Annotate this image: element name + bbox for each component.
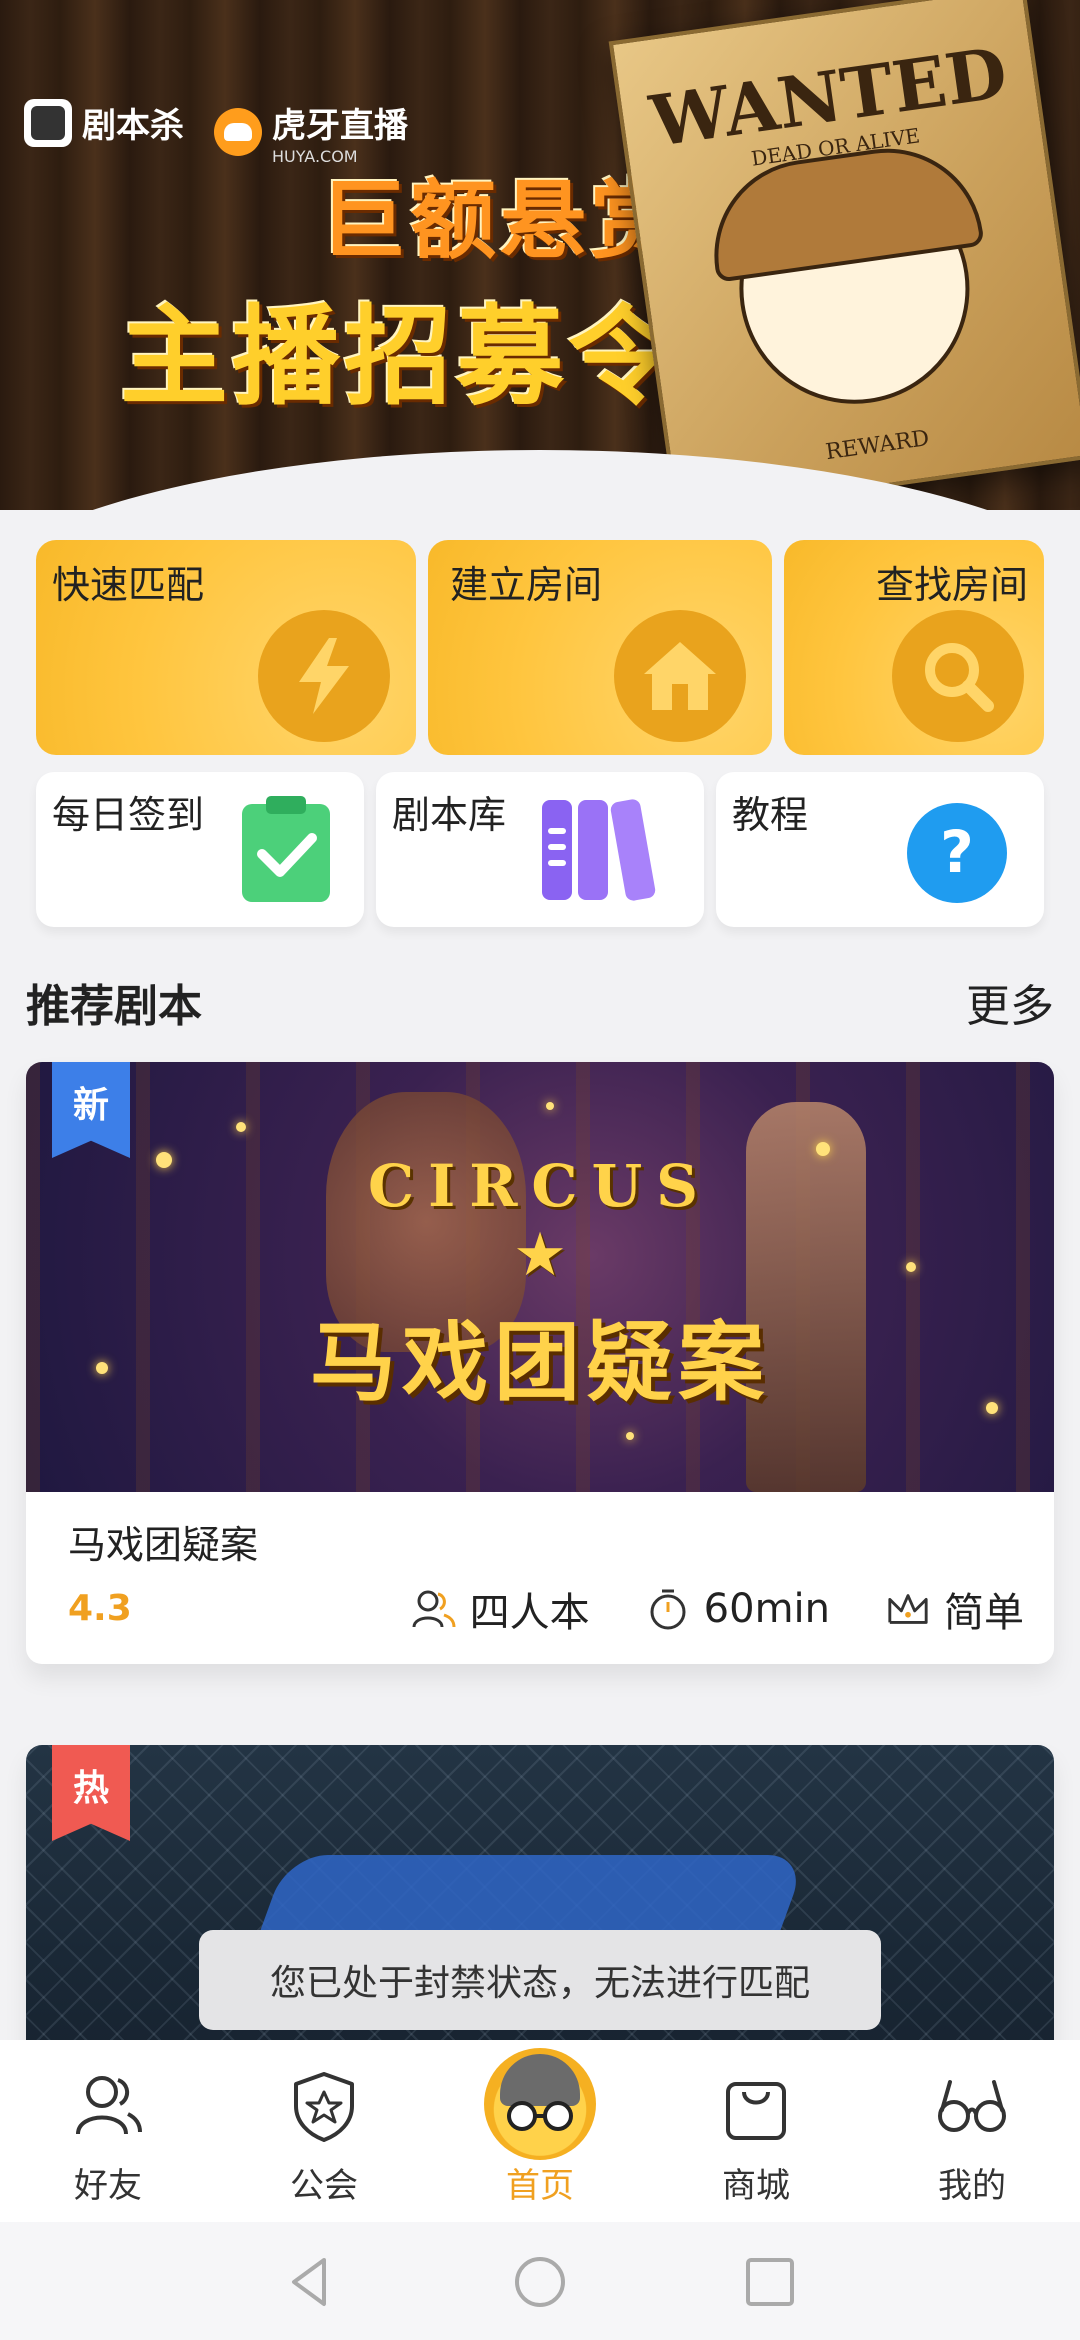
nav-item-me[interactable]: 我的	[864, 2040, 1080, 2222]
script-meta: 四人本 60min 简单	[412, 1580, 1024, 1638]
script-library-button[interactable]: 剧本库	[376, 772, 704, 927]
nav-label-guild: 公会	[290, 2166, 358, 2206]
quick-match-label: 快速匹配	[52, 563, 205, 607]
toast-message: 您已处于封禁状态，无法进行匹配	[199, 1930, 881, 2030]
app-brand: 剧本杀	[24, 98, 184, 147]
wanted-poster-footer: REWARD	[824, 425, 931, 466]
cover-title-cn: 马戏团疑案	[310, 1313, 770, 1413]
house-icon	[614, 610, 746, 742]
players-icon	[412, 1587, 456, 1631]
recommended-scripts-title: 推荐剧本	[26, 981, 202, 1032]
banner-headline-2: 主播招募令	[120, 295, 681, 420]
recents-square-icon[interactable]	[740, 2252, 800, 2312]
create-room-button[interactable]: 建立房间	[428, 540, 772, 755]
nav-item-shop[interactable]: 商城	[648, 2040, 864, 2222]
cover-title-en: CIRCUS	[367, 1152, 713, 1220]
nav-item-guild[interactable]: 公会	[216, 2040, 432, 2222]
script-cover: CIRCUS ★ 马戏团疑案 新	[26, 1062, 1054, 1492]
difficulty: 简单	[944, 1590, 1024, 1636]
glasses-icon	[938, 2080, 1006, 2132]
nav-item-friends[interactable]: 好友	[0, 2040, 216, 2222]
search-icon	[892, 610, 1024, 742]
home-circle-icon[interactable]	[510, 2252, 570, 2312]
duration: 60min	[703, 1586, 830, 1632]
script-rating: 4.3	[68, 1588, 132, 1629]
detective-avatar-icon	[484, 2048, 596, 2160]
find-room-button[interactable]: 查找房间	[784, 540, 1044, 755]
huya-logo-icon	[214, 108, 262, 156]
nav-item-home[interactable]: 首页	[432, 2040, 648, 2222]
back-triangle-icon[interactable]	[280, 2252, 340, 2312]
nav-label-friends: 好友	[74, 2166, 142, 2206]
svg-text:?: ?	[940, 818, 974, 886]
nav-label-me: 我的	[938, 2166, 1006, 2206]
app-brand-label: 剧本杀	[82, 106, 184, 146]
tutorial-button[interactable]: 教程 ?	[716, 772, 1044, 927]
books-icon	[542, 799, 656, 901]
lightning-icon	[258, 610, 390, 742]
players-count: 四人本	[469, 1590, 590, 1636]
promo-banner[interactable]: 剧本杀 虎牙直播 HUYA.COM 巨额悬赏 主播招募令 WANTED DEAD…	[0, 0, 1080, 510]
find-room-label: 查找房间	[875, 563, 1028, 607]
shopping-bag-icon	[726, 2082, 786, 2140]
create-room-label: 建立房间	[450, 563, 603, 607]
more-link[interactable]: 更多	[966, 970, 1054, 1034]
app-logo-icon	[24, 98, 72, 147]
clipboard-check-icon	[242, 796, 330, 902]
help-icon: ?	[907, 803, 1007, 903]
timer-icon	[646, 1587, 690, 1631]
wanted-poster: WANTED DEAD OR ALIVE REWARD	[608, 0, 1080, 510]
system-navigation-bar	[0, 2222, 1080, 2340]
nav-label-shop: 商城	[722, 2166, 790, 2206]
partner-brand-label: 虎牙直播	[272, 106, 408, 146]
quick-match-button[interactable]: 快速匹配	[36, 540, 416, 755]
friends-icon	[76, 2076, 142, 2135]
star-icon: ★	[513, 1220, 567, 1290]
script-library-label: 剧本库	[392, 793, 507, 837]
script-card[interactable]: CIRCUS ★ 马戏团疑案 新 马戏团疑案 4.3 四人本 60min 简单	[26, 1062, 1054, 1664]
daily-checkin-label: 每日签到	[52, 793, 205, 837]
daily-checkin-button[interactable]: 每日签到	[36, 772, 364, 927]
guild-shield-icon	[294, 2072, 354, 2142]
crown-icon	[886, 1587, 930, 1631]
tutorial-label: 教程	[732, 793, 809, 837]
script-name: 马戏团疑案	[68, 1523, 259, 1567]
nav-label-home: 首页	[506, 2166, 574, 2206]
bottom-navigation: 好友 公会 首页 商城 我的	[0, 2040, 1080, 2222]
